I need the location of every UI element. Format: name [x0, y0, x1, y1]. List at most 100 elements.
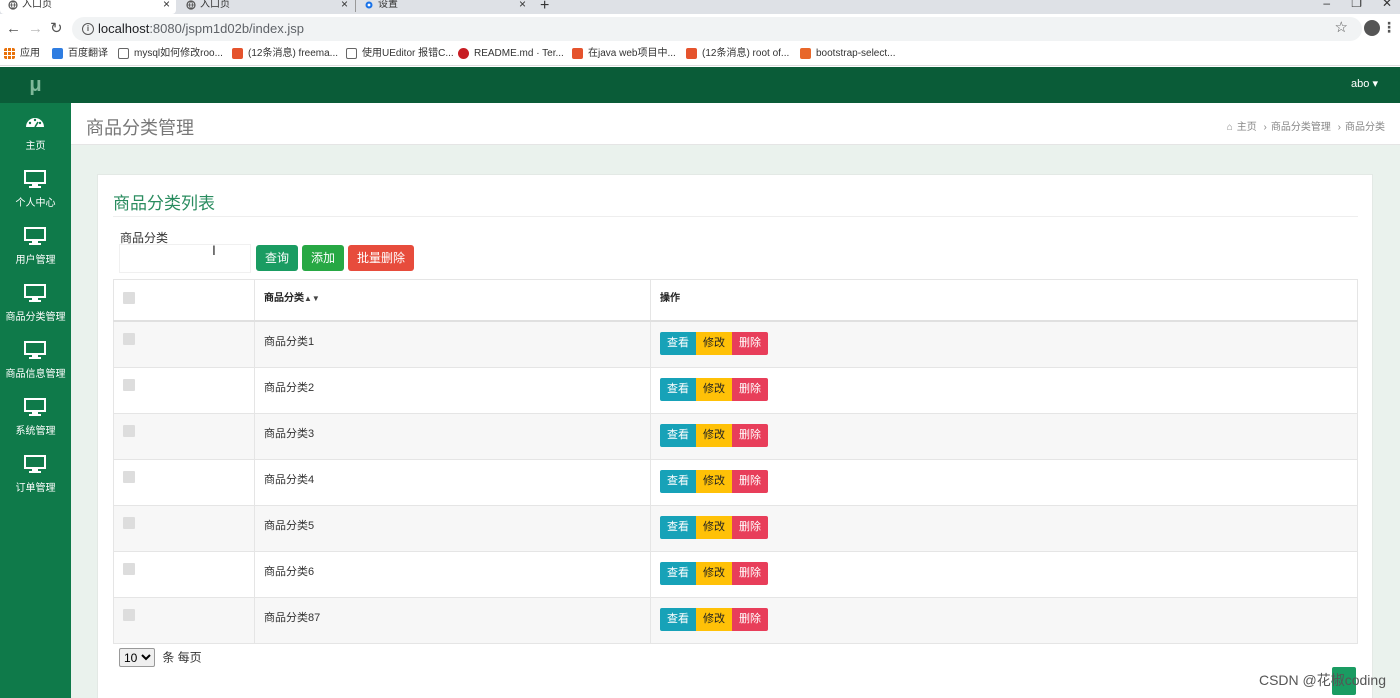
url-text: localhost:8080/jspm1d02b/index.jsp	[98, 21, 304, 36]
close-icon[interactable]: ×	[519, 0, 526, 10]
browser-tab-1[interactable]: 入口页 ×	[0, 0, 176, 14]
sort-icon[interactable]: ▲▼	[304, 294, 320, 303]
edit-button[interactable]: 修改	[696, 377, 732, 401]
view-button[interactable]: 查看	[660, 607, 696, 631]
bookmark-item[interactable]: mysql如何修改roo...	[118, 47, 223, 61]
search-input[interactable]	[119, 244, 251, 273]
csdn-icon	[232, 48, 243, 59]
delete-button[interactable]: 删除	[732, 469, 768, 493]
sidebar-item-label: 系统管理	[15, 426, 56, 437]
row-checkbox[interactable]	[123, 562, 135, 575]
breadcrumb-category-mgmt[interactable]: 商品分类管理	[1271, 122, 1331, 133]
edit-button[interactable]: 修改	[696, 515, 732, 539]
monitor-icon	[24, 170, 46, 188]
view-button[interactable]: 查看	[660, 469, 696, 493]
breadcrumb-home[interactable]: 主页	[1237, 122, 1257, 133]
row-checkbox[interactable]	[123, 516, 135, 529]
gitee-icon	[458, 48, 469, 59]
monitor-icon	[24, 455, 46, 473]
delete-button[interactable]: 删除	[732, 423, 768, 447]
edit-button[interactable]: 修改	[696, 423, 732, 447]
url-field[interactable]: i localhost:8080/jspm1d02b/index.jsp	[72, 17, 1362, 41]
caret-down-icon: ▾	[1372, 78, 1378, 90]
browser-tab-2[interactable]: 入口页 ×	[178, 0, 354, 14]
chevron-right-icon: ›	[1263, 122, 1267, 133]
table-row: 商品分类2 查看 修改 删除	[113, 366, 1358, 414]
info-icon[interactable]: i	[82, 23, 94, 35]
forward-icon[interactable]: →	[28, 20, 43, 38]
add-button[interactable]: 添加	[302, 245, 344, 271]
delete-button[interactable]: 删除	[732, 607, 768, 631]
sidebar-item-home[interactable]: 主页	[0, 105, 71, 162]
row-checkbox[interactable]	[123, 378, 135, 391]
bookmark-item[interactable]: (12条消息) root of...	[686, 47, 789, 61]
edit-button[interactable]: 修改	[696, 607, 732, 631]
profile-icon[interactable]	[1364, 20, 1380, 36]
select-cell	[113, 458, 255, 506]
actions-cell: 查看 修改 删除	[650, 320, 1358, 368]
sidebar-item-system[interactable]: 系统管理	[0, 390, 71, 447]
sidebar-item-orders[interactable]: 订单管理	[0, 447, 71, 504]
edit-button[interactable]: 修改	[696, 561, 732, 585]
delete-button[interactable]: 删除	[732, 561, 768, 585]
row-checkbox[interactable]	[123, 608, 135, 621]
view-button[interactable]: 查看	[660, 423, 696, 447]
sidebar-item-profile[interactable]: 个人中心	[0, 162, 71, 219]
bookmark-item[interactable]: bootstrap-select...	[800, 47, 895, 61]
row-checkbox[interactable]	[123, 333, 135, 345]
user-menu[interactable]: abo ▾	[1351, 77, 1378, 90]
delete-button[interactable]: 删除	[732, 377, 768, 401]
row-checkbox[interactable]	[123, 470, 135, 483]
panel-title: 商品分类列表	[113, 194, 215, 213]
bookmark-item[interactable]: README.md · Ter...	[458, 47, 564, 61]
view-button[interactable]: 查看	[660, 377, 696, 401]
table-row: 商品分类3 查看 修改 删除	[113, 412, 1358, 460]
view-button[interactable]: 查看	[660, 561, 696, 585]
bookmark-item[interactable]: 在java web项目中...	[572, 47, 676, 61]
back-icon[interactable]: ←	[6, 20, 21, 38]
bookmarks-bar: 应用 百度翻译 mysql如何修改roo... (12条消息) freema..…	[0, 44, 1400, 66]
divider	[113, 216, 1358, 217]
browser-tab-3[interactable]: 设置 ×	[356, 0, 532, 14]
close-icon[interactable]: ×	[341, 0, 348, 10]
table-row: 商品分类1 查看 修改 删除	[113, 320, 1358, 368]
edit-button[interactable]: 修改	[696, 469, 732, 493]
link-icon	[118, 48, 129, 59]
view-button[interactable]: 查看	[660, 332, 696, 355]
actions-cell: 查看 修改 删除	[650, 412, 1358, 460]
sidebar-item-users[interactable]: 用户管理	[0, 219, 71, 276]
sidebar-item-label: 主页	[25, 141, 46, 152]
edit-button[interactable]: 修改	[696, 332, 732, 355]
dashboard-icon	[26, 118, 44, 128]
delete-button[interactable]: 删除	[732, 332, 768, 355]
bookmark-item[interactable]: 使用UEditor 报错C...	[346, 47, 454, 61]
table-row: 商品分类6 查看 修改 删除	[113, 550, 1358, 598]
window-close-icon[interactable]: ✕	[1382, 0, 1392, 10]
bookmark-apps[interactable]: 应用	[4, 47, 40, 61]
monitor-icon	[24, 341, 46, 359]
app-logo[interactable]: μ	[0, 67, 71, 103]
sidebar-item-category[interactable]: 商品分类管理	[0, 276, 71, 333]
kebab-menu-icon[interactable]: ⋮	[1382, 19, 1396, 36]
new-tab-icon[interactable]: +	[540, 0, 549, 15]
watermark: CSDN @花椒coding	[1258, 672, 1386, 688]
view-button[interactable]: 查看	[660, 515, 696, 539]
bookmark-item[interactable]: (12条消息) freema...	[232, 47, 338, 61]
reload-icon[interactable]: ↻	[50, 20, 63, 38]
bookmark-item[interactable]: 百度翻译	[52, 47, 108, 61]
select-all-checkbox[interactable]	[123, 292, 135, 304]
row-checkbox[interactable]	[123, 424, 135, 437]
column-header-category[interactable]: 商品分类▲▼	[254, 279, 651, 322]
close-icon[interactable]: ×	[163, 0, 170, 10]
category-name-cell: 商品分类5	[254, 504, 651, 552]
bookmark-star-icon[interactable]: ☆	[1335, 18, 1348, 36]
minimize-icon[interactable]: –	[1323, 0, 1330, 10]
delete-button[interactable]: 删除	[732, 515, 768, 539]
maximize-icon[interactable]: ❐	[1351, 0, 1362, 10]
query-button[interactable]: 查询	[256, 245, 298, 271]
page-size-select[interactable]: 10	[119, 648, 155, 667]
actions-cell: 查看 修改 删除	[650, 504, 1358, 552]
csdn-icon	[572, 48, 583, 59]
sidebar-item-product[interactable]: 商品信息管理	[0, 333, 71, 390]
batch-delete-button[interactable]: 批量删除	[348, 245, 414, 271]
